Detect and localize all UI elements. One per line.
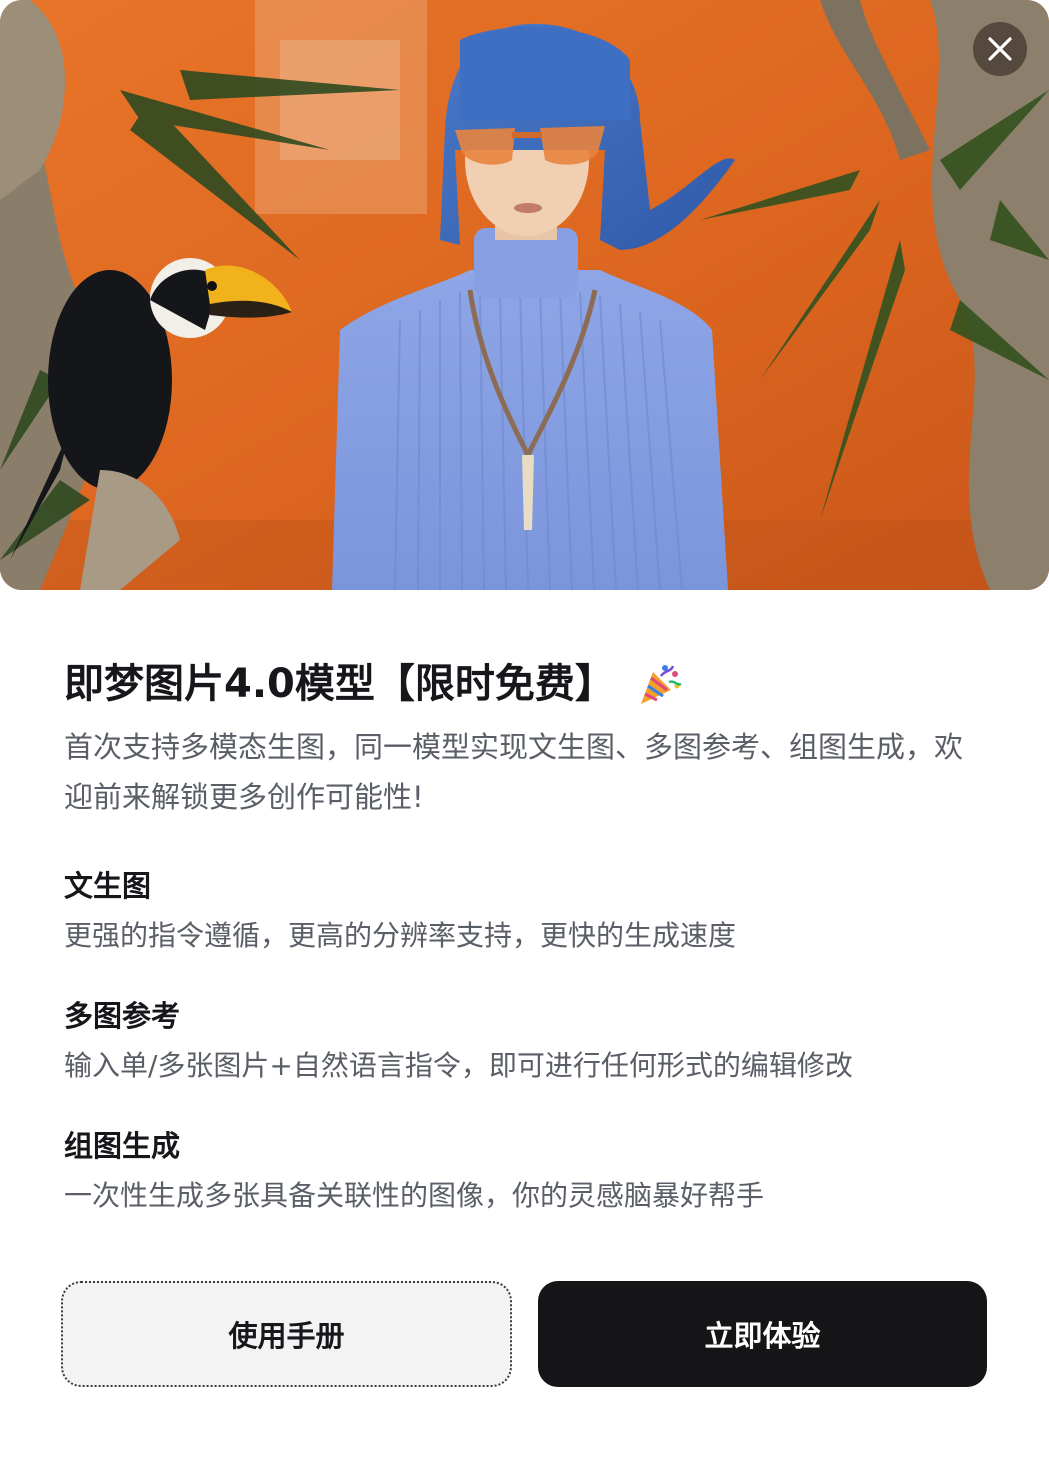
feature-title: 多图参考 [64, 999, 181, 1033]
close-button[interactable] [973, 22, 1027, 76]
feature-item: 组图生成 一次性生成多张具备关联性的图像，你的灵感脑暴好帮手 [64, 1124, 984, 1218]
hero-banner-image [0, 0, 1049, 590]
feature-description: 一次性生成多张具备关联性的图像，你的灵感脑暴好帮手 [64, 1179, 765, 1212]
close-icon [987, 36, 1013, 62]
try-now-button[interactable]: 立即体验 [538, 1281, 987, 1387]
dialog-title-row: 即梦图片4.0模型【限时免费】 [64, 650, 984, 718]
try-now-button-label: 立即体验 [704, 1319, 821, 1353]
feature-title: 文生图 [64, 869, 152, 903]
announcement-dialog: 即梦图片4.0模型【限时免费】 首次支持多模态生图，同一模型实现文生图、多图参考… [0, 0, 1049, 1457]
feature-item: 文生图 更强的指令遵循，更高的分辨率支持，更快的生成速度 [64, 864, 984, 958]
dialog-title: 即梦图片4.0模型【限时免费】 [64, 661, 615, 707]
party-popper-icon [635, 660, 683, 708]
feature-description: 输入单/多张图片+自然语言指令，即可进行任何形式的编辑修改 [64, 1049, 853, 1082]
feature-description: 更强的指令遵循，更高的分辨率支持，更快的生成速度 [64, 919, 737, 952]
dialog-content: 即梦图片4.0模型【限时免费】 首次支持多模态生图，同一模型实现文生图、多图参考… [64, 650, 984, 1218]
user-manual-button-label: 使用手册 [228, 1319, 345, 1353]
user-manual-button[interactable]: 使用手册 [61, 1281, 512, 1387]
dialog-intro-text: 首次支持多模态生图，同一模型实现文生图、多图参考、组图生成，欢迎前来解锁更多创作… [64, 730, 964, 814]
feature-item: 多图参考 输入单/多张图片+自然语言指令，即可进行任何形式的编辑修改 [64, 994, 984, 1088]
feature-title: 组图生成 [64, 1129, 181, 1163]
